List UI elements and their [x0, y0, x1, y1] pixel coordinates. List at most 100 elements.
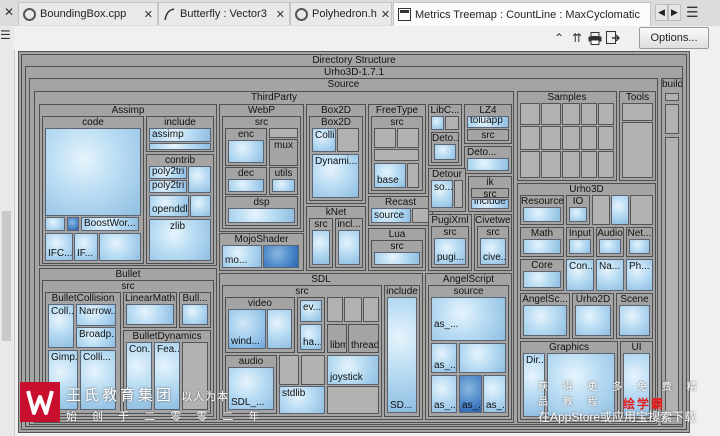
- treemap-leaf[interactable]: [363, 297, 379, 322]
- build-block[interactable]: [665, 104, 679, 134]
- treemap-leaf[interactable]: IF...: [74, 233, 98, 261]
- menu-icon[interactable]: ☰: [0, 28, 11, 42]
- treemap-webp-dec[interactable]: dec: [225, 167, 267, 195]
- treemap-urho-input[interactable]: Input: [566, 227, 594, 257]
- treemap-leaf[interactable]: [374, 149, 419, 161]
- treemap-directory-structure[interactable]: Directory Structure Urho3D-1.7.1 build S…: [21, 54, 687, 430]
- treemap-leaf[interactable]: [562, 103, 580, 125]
- treemap-leaf[interactable]: stdlib: [279, 386, 325, 414]
- treemap-leaf[interactable]: [337, 128, 359, 152]
- treemap-ik[interactable]: ik src include: [468, 176, 512, 212]
- treemap-leaf[interactable]: [338, 230, 360, 265]
- treemap-leaf[interactable]: as_...: [483, 375, 506, 413]
- build-block[interactable]: [665, 93, 679, 101]
- treemap-sdl-src[interactable]: src video wind... ev... ha... libm threa…: [222, 285, 382, 417]
- treemap-leaf[interactable]: poly2tri: [149, 180, 187, 193]
- treemap-leaf[interactable]: [520, 126, 540, 150]
- treemap-freetype-src[interactable]: src base: [371, 116, 423, 191]
- treemap-ik-src[interactable]: src: [471, 188, 509, 198]
- scroll-right-icon[interactable]: ▶: [668, 4, 681, 21]
- treemap-leaf[interactable]: [407, 163, 419, 188]
- treemap-urho-angelscript[interactable]: AngelSc...: [520, 293, 570, 339]
- treemap-urho-audio[interactable]: Audio: [596, 227, 624, 257]
- treemap-webp-src[interactable]: src enc mux dec utils dsp: [222, 116, 301, 229]
- treemap-leaf[interactable]: [344, 297, 362, 322]
- print-icon[interactable]: [587, 30, 603, 46]
- treemap-leaf[interactable]: [272, 179, 295, 192]
- treemap-leaf[interactable]: [228, 208, 295, 223]
- treemap-leaf[interactable]: [228, 140, 264, 163]
- treemap-leaf[interactable]: openddl...: [149, 195, 189, 217]
- treemap-leaf[interactable]: joystick: [327, 355, 379, 385]
- treemap-detour-tilecache[interactable]: Deto...: [464, 146, 512, 174]
- treemap-leaf[interactable]: [520, 151, 540, 178]
- treemap-sdl-events[interactable]: ev... ha...: [297, 297, 325, 353]
- treemap-angelscript-source[interactable]: source as_... as_... as_... as_... as_..…: [428, 285, 509, 417]
- treemap-leaf[interactable]: Dynami...: [312, 154, 359, 198]
- treemap-leaf[interactable]: poly2tri: [149, 166, 187, 179]
- treemap-sdl[interactable]: SDL src video wind... ev... ha... libm t…: [219, 273, 423, 420]
- treemap-leaf[interactable]: [149, 143, 211, 150]
- treemap-root[interactable]: Urho3D-1.7.1 build Source ThirdParty Ass…: [25, 66, 683, 427]
- treemap-webp-dsp[interactable]: dsp: [225, 196, 298, 226]
- treemap-leaf[interactable]: [412, 208, 429, 223]
- treemap-pugixml[interactable]: PugiXml src pugi...: [428, 214, 472, 271]
- treemap-leaf[interactable]: [523, 207, 561, 222]
- treemap-leaf[interactable]: SD...: [387, 297, 417, 413]
- treemap-angelscript[interactable]: AngelScript source as_... as_... as_... …: [425, 273, 512, 420]
- treemap-recast[interactable]: Recast source: [368, 196, 433, 226]
- treemap-leaf[interactable]: [45, 217, 65, 231]
- treemap-leaf[interactable]: [541, 103, 561, 125]
- treemap-urho-network[interactable]: Net...: [626, 227, 653, 257]
- treemap-leaf[interactable]: [279, 355, 299, 385]
- treemap-urho-scene[interactable]: Scene: [616, 293, 653, 339]
- treemap-leaf[interactable]: [541, 151, 561, 178]
- options-button[interactable]: Options...: [639, 27, 709, 49]
- treemap-assimp-include[interactable]: include assimp: [146, 116, 214, 152]
- build-block[interactable]: [665, 137, 679, 417]
- treemap-leaf[interactable]: as_...: [459, 375, 482, 413]
- treemap-leaf[interactable]: [459, 343, 506, 373]
- treemap-leaf[interactable]: mo...: [222, 245, 262, 268]
- treemap-urho-urho2d[interactable]: Urho2D: [572, 293, 614, 339]
- treemap-detour-crowd[interactable]: Deto...: [431, 132, 459, 163]
- close-icon[interactable]: ✕: [4, 5, 14, 19]
- treemap-civetweb-src[interactable]: src cive...: [477, 226, 509, 268]
- treemap-leaf[interactable]: [581, 151, 597, 178]
- treemap-sdl-include[interactable]: include SD...: [384, 285, 420, 417]
- close-icon[interactable]: ✕: [276, 8, 285, 21]
- treemap-urho-io[interactable]: IO: [566, 195, 590, 225]
- treemap-leaf[interactable]: [599, 239, 621, 254]
- treemap-leaf[interactable]: [182, 304, 208, 325]
- treemap-leaf[interactable]: [327, 386, 379, 414]
- tab-metrics-treemap[interactable]: Metrics Treemap : CountLine : MaxCycloma…: [393, 2, 651, 26]
- treemap-sdl-thread[interactable]: thread: [348, 324, 379, 353]
- treemap-source[interactable]: Source ThirdParty Assimp code BoostWor..…: [29, 78, 658, 425]
- treemap-leaf[interactable]: [523, 239, 561, 254]
- treemap-leaf[interactable]: Colli...: [312, 128, 336, 152]
- treemap-leaf[interactable]: so...: [431, 180, 453, 208]
- treemap-webp-enc[interactable]: enc: [225, 128, 267, 166]
- treemap-leaf[interactable]: [581, 126, 597, 150]
- treemap-leaf[interactable]: [267, 309, 292, 349]
- treemap-leaf[interactable]: [228, 179, 264, 192]
- treemap-leaf[interactable]: Ph...: [626, 259, 653, 291]
- chevron-up-icon[interactable]: ⌃: [551, 30, 567, 46]
- treemap-leaf[interactable]: [312, 230, 330, 265]
- treemap-leaf[interactable]: Na...: [596, 259, 624, 291]
- treemap-leaf[interactable]: assimp: [149, 128, 211, 142]
- treemap-leaf[interactable]: [374, 252, 420, 265]
- treemap-leaf[interactable]: [611, 195, 629, 225]
- treemap-leaf[interactable]: ev...: [300, 300, 322, 322]
- treemap-leaf[interactable]: [523, 305, 567, 336]
- treemap-knet[interactable]: kNet src incl...: [306, 206, 366, 271]
- treemap-mojoshader[interactable]: MojoShader mo...: [219, 233, 304, 271]
- treemap-urho-core[interactable]: Core: [520, 259, 564, 291]
- treemap-leaf[interactable]: zlib: [149, 219, 211, 261]
- treemap-leaf[interactable]: [126, 304, 174, 325]
- treemap-leaf[interactable]: [575, 305, 611, 336]
- treemap-leaf[interactable]: [301, 355, 325, 385]
- treemap-leaf[interactable]: ha...: [300, 324, 322, 350]
- treemap-leaf[interactable]: [598, 126, 614, 150]
- treemap-civetweb[interactable]: Civetweb src cive...: [474, 214, 512, 271]
